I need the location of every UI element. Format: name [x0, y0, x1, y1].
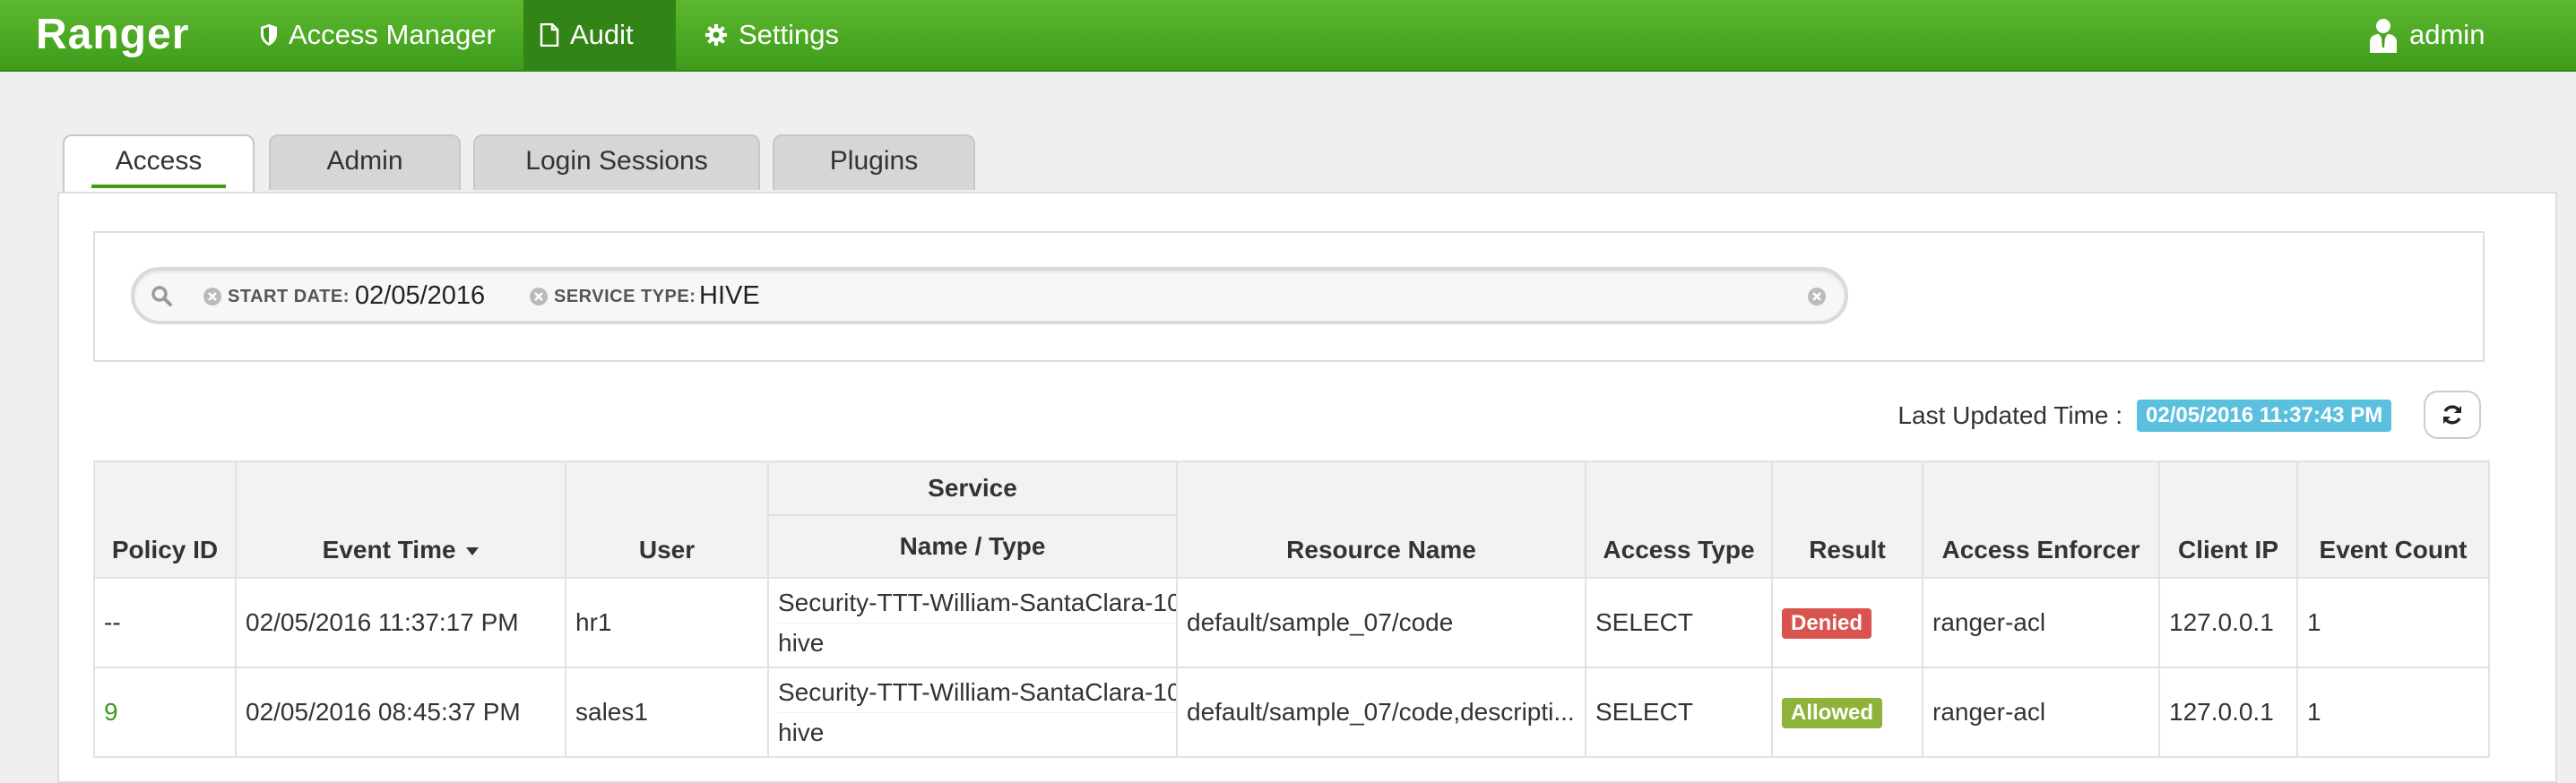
facet-service-type-value[interactable]: HIVE — [699, 280, 760, 312]
service-name: Security-TTT-William-SantaClara-100_ — [778, 583, 1176, 624]
user-icon — [2370, 19, 2397, 53]
service-type: hive — [778, 718, 825, 746]
brand-logo[interactable]: Ranger — [36, 0, 189, 72]
cell-result: Allowed — [1771, 667, 1923, 758]
cell-access-enforcer: ranger-acl — [1922, 667, 2160, 758]
cell-access-enforcer: ranger-acl — [1922, 577, 2160, 668]
user-menu[interactable]: admin — [2352, 0, 2501, 70]
col-group-service: Service — [767, 460, 1178, 516]
cell-event-time: 02/05/2016 11:37:17 PM — [235, 577, 566, 668]
col-header-client-ip[interactable]: Client IP — [2158, 460, 2298, 579]
table-row[interactable]: 9 02/05/2016 08:45:37 PM sales1 Security… — [93, 667, 2490, 758]
tab-admin[interactable]: Admin — [269, 134, 461, 190]
table-row[interactable]: -- 02/05/2016 11:37:17 PM hr1 Security-T… — [93, 577, 2490, 668]
cell-user: sales1 — [565, 667, 769, 758]
active-tab-indicator — [91, 185, 226, 188]
cell-event-count: 1 — [2296, 577, 2490, 668]
search-icon — [151, 286, 172, 306]
col-header-service-name-type[interactable]: Name / Type — [767, 514, 1178, 579]
cell-policy-id[interactable]: 9 — [93, 667, 237, 758]
tab-access-label: Access — [115, 146, 203, 176]
last-updated-label: Last Updated Time : — [1897, 401, 2122, 429]
cell-access-type: SELECT — [1585, 577, 1773, 668]
last-updated-time-badge: 02/05/2016 11:37:43 PM — [2137, 400, 2392, 432]
visual-search-input[interactable]: START DATE: 02/05/2016 SERVICE TYPE: HIV… — [131, 267, 1848, 324]
col-header-access-enforcer[interactable]: Access Enforcer — [1922, 460, 2160, 579]
access-audit-table: Policy ID Event Time User Service Resour… — [93, 460, 2490, 758]
service-type: hive — [778, 628, 825, 657]
document-icon — [540, 23, 559, 47]
top-navbar: Ranger Access Manager Audit Settings adm… — [0, 0, 2576, 72]
tab-admin-label: Admin — [326, 146, 403, 176]
nav-access-manager[interactable]: Access Manager — [244, 0, 512, 70]
tab-login-sessions-label: Login Sessions — [525, 146, 708, 176]
nav-access-manager-label: Access Manager — [289, 19, 496, 50]
cell-service: Security-TTT-William-SantaClara-100_ hiv… — [767, 577, 1178, 668]
cell-policy-id: -- — [93, 577, 237, 668]
cell-client-ip: 127.0.0.1 — [2158, 667, 2298, 758]
cell-user: hr1 — [565, 577, 769, 668]
nav-audit-label: Audit — [570, 19, 634, 50]
service-name: Security-TTT-William-SantaClara-100_ — [778, 673, 1176, 713]
nav-settings[interactable]: Settings — [688, 0, 855, 70]
cell-result: Denied — [1771, 577, 1923, 668]
refresh-button[interactable] — [2424, 391, 2481, 439]
refresh-icon — [2443, 405, 2461, 425]
cell-resource-name: default/sample_07/code — [1176, 577, 1586, 668]
col-header-event-time[interactable]: Event Time — [235, 460, 566, 579]
col-header-event-count[interactable]: Event Count — [2296, 460, 2490, 579]
cell-event-count: 1 — [2296, 667, 2490, 758]
shield-icon — [261, 24, 277, 46]
cell-resource-name: default/sample_07/code,descripti... — [1176, 667, 1586, 758]
tab-access[interactable]: Access — [63, 134, 255, 194]
tab-plugins-label: Plugins — [829, 146, 919, 176]
facet-start-date-label: START DATE: — [228, 287, 350, 306]
tab-plugins[interactable]: Plugins — [773, 134, 975, 190]
cell-service: Security-TTT-William-SantaClara-100_ hiv… — [767, 667, 1178, 758]
facet-start-date-value[interactable]: 02/05/2016 — [355, 280, 485, 312]
username: admin — [2409, 19, 2485, 50]
clear-search-icon[interactable] — [1807, 287, 1827, 306]
sort-desc-icon — [466, 546, 480, 555]
cell-event-time: 02/05/2016 08:45:37 PM — [235, 667, 566, 758]
tab-login-sessions[interactable]: Login Sessions — [473, 134, 760, 190]
remove-facet-icon[interactable] — [203, 287, 222, 306]
result-badge: Denied — [1782, 607, 1872, 639]
nav-settings-label: Settings — [739, 19, 840, 50]
facet-service-type-label: SERVICE TYPE: — [554, 287, 696, 306]
policy-id-link[interactable]: 9 — [104, 698, 118, 726]
event-time-label: Event Time — [322, 536, 456, 564]
cell-client-ip: 127.0.0.1 — [2158, 577, 2298, 668]
col-header-policy-id[interactable]: Policy ID — [93, 460, 237, 579]
nav-audit[interactable]: Audit — [523, 0, 676, 70]
remove-facet-icon[interactable] — [529, 287, 549, 306]
col-header-resource-name[interactable]: Resource Name — [1176, 460, 1586, 579]
col-header-access-type[interactable]: Access Type — [1585, 460, 1773, 579]
col-header-result[interactable]: Result — [1771, 460, 1923, 579]
cell-access-type: SELECT — [1585, 667, 1773, 758]
result-badge: Allowed — [1782, 697, 1883, 728]
col-header-user[interactable]: User — [565, 460, 769, 579]
gear-icon — [705, 24, 727, 46]
